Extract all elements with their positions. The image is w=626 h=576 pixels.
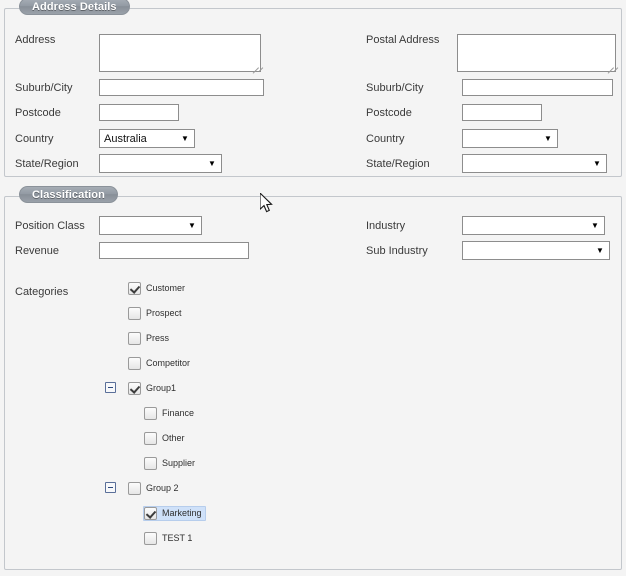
tree-item-label: Other <box>162 433 185 443</box>
chevron-down-icon: ▼ <box>591 220 599 230</box>
postal-address-textarea[interactable] <box>457 34 619 74</box>
tree-item-checkbox[interactable] <box>144 531 157 545</box>
tree-item-checkbox[interactable] <box>128 481 141 495</box>
postcode-input[interactable] <box>99 104 179 121</box>
postal-suburb-city-label: Suburb/City <box>366 82 424 94</box>
tree-item-checkbox[interactable] <box>128 381 141 395</box>
tree-item-label: Prospect <box>146 308 182 318</box>
country-select-value: Australia <box>104 132 147 145</box>
state-region-select[interactable]: ▼ <box>99 154 222 173</box>
postal-country-select[interactable]: ▼ <box>462 129 558 148</box>
tree-item-content[interactable]: Group 2 <box>127 481 183 496</box>
tree-item-checkbox[interactable] <box>128 306 141 320</box>
resize-grip-icon[interactable] <box>604 60 619 74</box>
address-details-legend: Address Details <box>19 0 130 15</box>
tree-item[interactable]: Supplier <box>143 454 199 472</box>
tree-item-checkbox[interactable] <box>128 356 141 370</box>
position-class-select[interactable]: ▼ <box>99 216 202 235</box>
chevron-down-icon: ▼ <box>593 158 601 168</box>
tree-item-label: Supplier <box>162 458 196 468</box>
tree-item[interactable]: Marketing <box>143 504 206 522</box>
tree-item-checkbox[interactable] <box>144 456 157 470</box>
tree-item-checkbox[interactable] <box>128 281 141 295</box>
postal-postcode-label: Postcode <box>366 107 412 119</box>
tree-item-label: Group 2 <box>146 483 179 493</box>
country-label: Country <box>15 133 54 145</box>
tree-item[interactable]: TEST 1 <box>143 529 196 547</box>
postcode-label: Postcode <box>15 107 61 119</box>
tree-item[interactable]: Finance <box>143 404 198 422</box>
tree-item[interactable]: Prospect <box>127 304 186 322</box>
tree-item[interactable]: Competitor <box>127 354 194 372</box>
postal-address-label: Postal Address <box>366 34 440 46</box>
tree-item-content[interactable]: Prospect <box>127 306 186 321</box>
tree-item-checkbox[interactable] <box>144 506 157 520</box>
suburb-city-label: Suburb/City <box>15 82 73 94</box>
sub-industry-label: Sub Industry <box>366 245 428 257</box>
sub-industry-select[interactable]: ▼ <box>462 241 610 260</box>
address-details-section: Address Details Address Suburb/City Post… <box>4 0 622 177</box>
tree-item-label: Customer <box>146 283 186 293</box>
address-label: Address <box>15 34 56 46</box>
industry-label: Industry <box>366 220 406 232</box>
classification-section: Classification Position Class ▼ Revenue … <box>4 186 622 570</box>
tree-item-label: Marketing <box>162 508 202 518</box>
chevron-down-icon: ▼ <box>181 133 189 143</box>
revenue-input[interactable] <box>99 242 249 259</box>
classification-body: Classification Position Class ▼ Revenue … <box>5 186 621 569</box>
revenue-label: Revenue <box>15 245 60 257</box>
tree-item[interactable]: Group1 <box>105 379 180 397</box>
chevron-down-icon: ▼ <box>544 133 552 143</box>
tree-item[interactable]: Customer <box>127 279 189 297</box>
tree-item-content[interactable]: Competitor <box>127 356 194 371</box>
country-select[interactable]: Australia ▼ <box>99 129 195 148</box>
tree-item-checkbox[interactable] <box>128 331 141 345</box>
chevron-down-icon: ▼ <box>596 245 604 255</box>
tree-item-content[interactable]: Supplier <box>143 456 199 471</box>
tree-item-label: TEST 1 <box>162 533 193 543</box>
address-details-body: Address Details Address Suburb/City Post… <box>5 0 621 176</box>
postal-postcode-input[interactable] <box>462 104 542 121</box>
tree-item-content[interactable]: TEST 1 <box>143 531 196 546</box>
tree-item[interactable]: Other <box>143 429 189 447</box>
tree-item[interactable]: Press <box>127 329 173 347</box>
tree-item-content[interactable]: Customer <box>127 281 189 296</box>
tree-collapse-icon[interactable] <box>105 482 116 493</box>
postal-suburb-city-input[interactable] <box>462 79 613 96</box>
tree-item-label: Press <box>146 333 170 343</box>
tree-item-checkbox[interactable] <box>144 431 157 445</box>
resize-grip-icon[interactable] <box>249 60 264 74</box>
tree-item-content[interactable]: Other <box>143 431 189 446</box>
tree-item-label: Group1 <box>146 383 177 393</box>
tree-item-content[interactable]: Press <box>127 331 173 346</box>
tree-item-content[interactable]: Marketing <box>143 505 206 521</box>
tree-collapse-icon[interactable] <box>105 382 116 393</box>
postal-state-region-label: State/Region <box>366 158 430 170</box>
industry-select[interactable]: ▼ <box>462 216 605 235</box>
tree-item-label: Finance <box>162 408 195 418</box>
tree-item[interactable]: Group 2 <box>105 479 183 497</box>
address-textarea[interactable] <box>99 34 264 74</box>
postal-state-region-select[interactable]: ▼ <box>462 154 607 173</box>
tree-item-label: Competitor <box>146 358 191 368</box>
chevron-down-icon: ▼ <box>208 158 216 168</box>
postal-country-label: Country <box>366 133 405 145</box>
position-class-label: Position Class <box>15 220 85 232</box>
state-region-label: State/Region <box>15 158 79 170</box>
tree-item-content[interactable]: Group1 <box>127 381 180 396</box>
categories-label: Categories <box>15 286 69 298</box>
classification-legend: Classification <box>19 186 118 203</box>
tree-item-checkbox[interactable] <box>144 406 157 420</box>
suburb-city-input[interactable] <box>99 79 264 96</box>
chevron-down-icon: ▼ <box>188 220 196 230</box>
tree-item-content[interactable]: Finance <box>143 406 198 421</box>
